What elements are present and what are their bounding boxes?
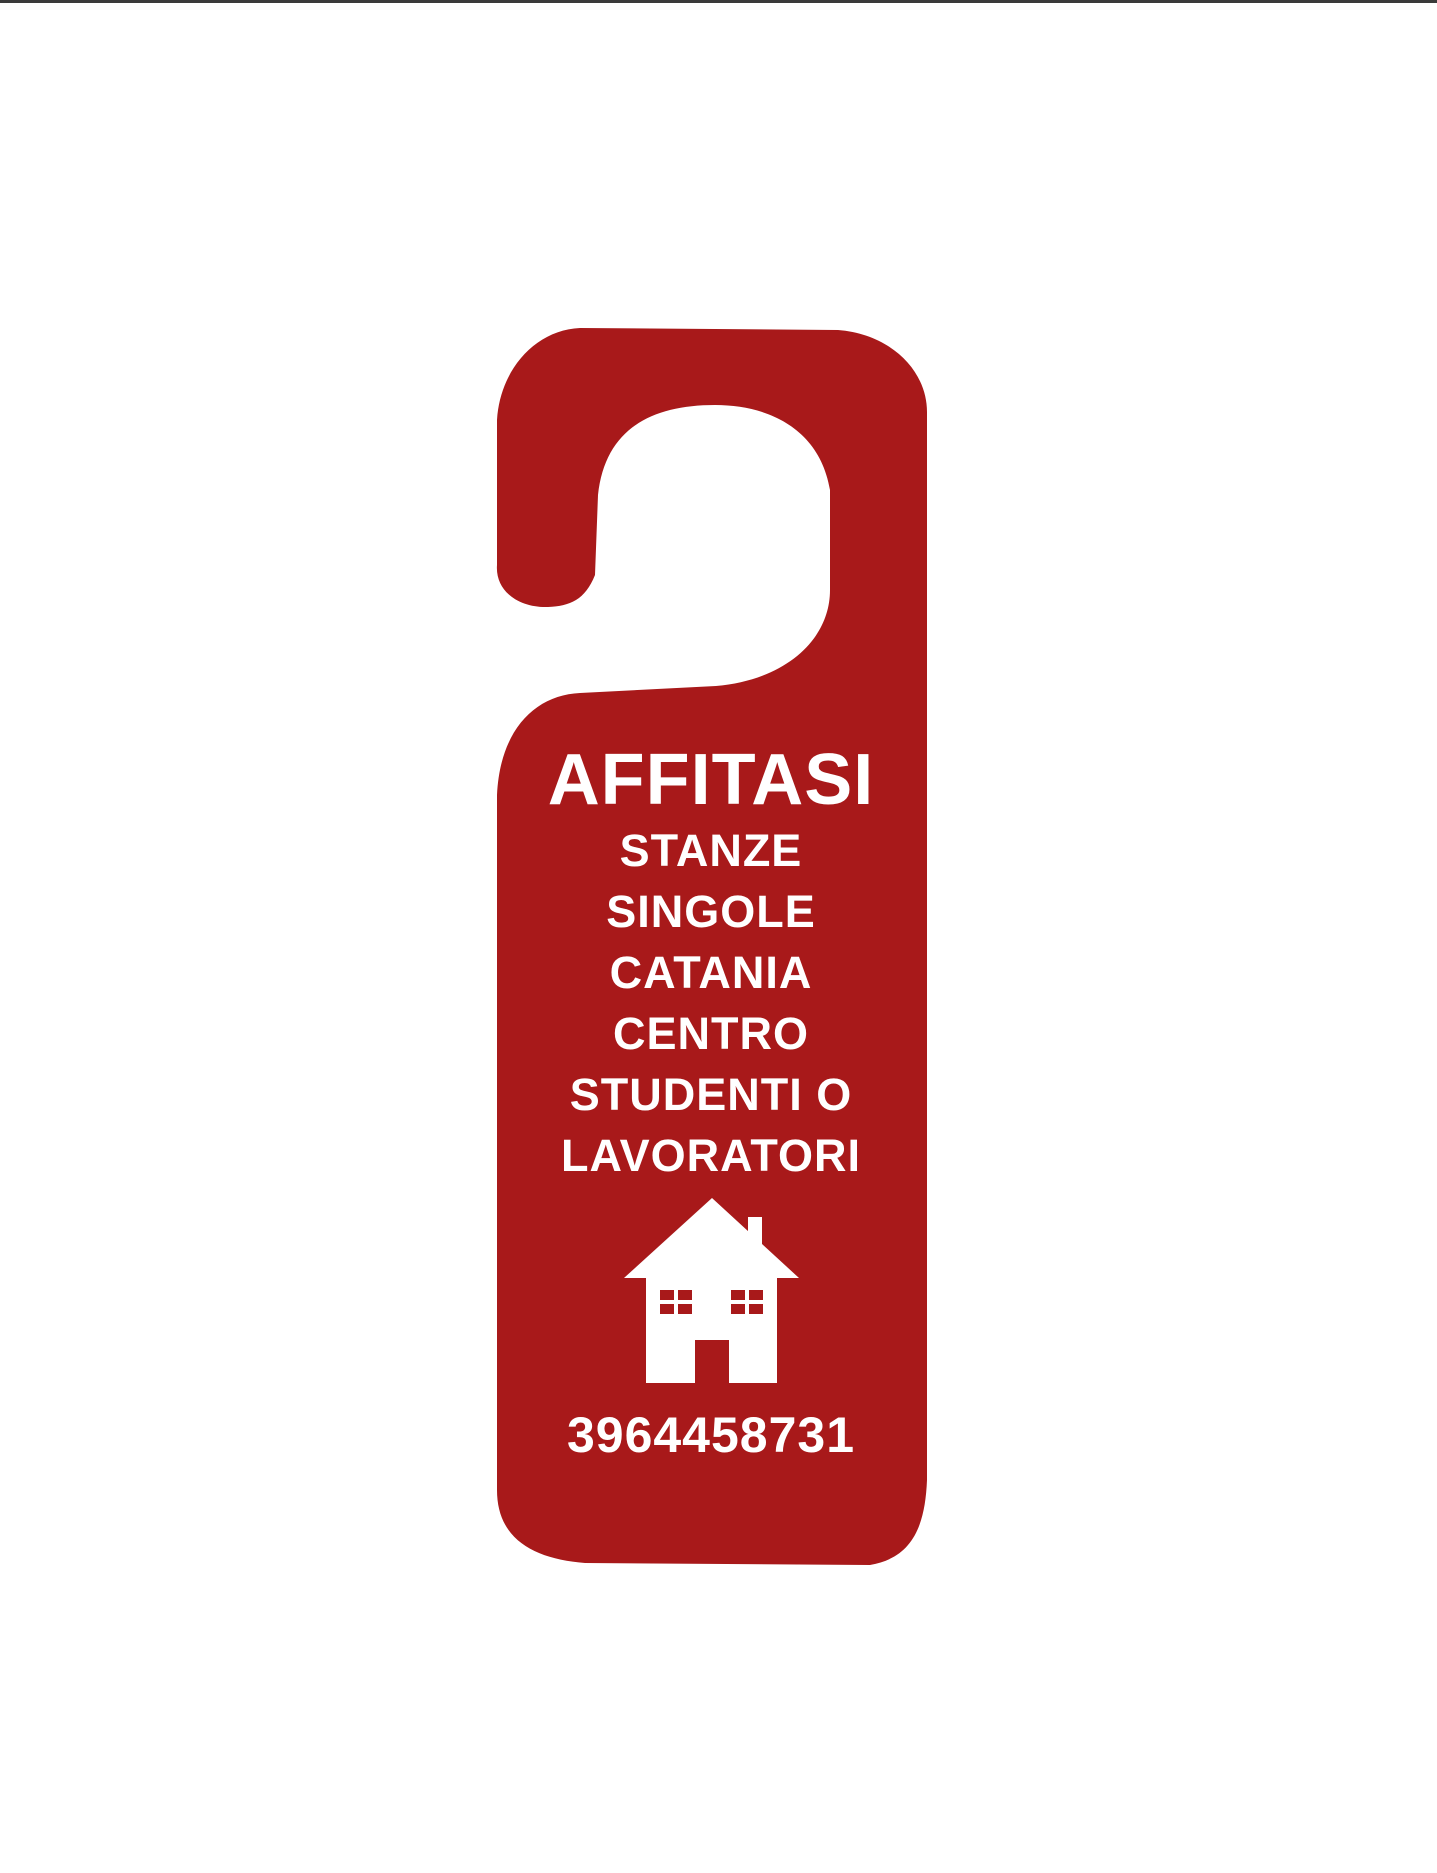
house-icon — [624, 1198, 799, 1383]
phone-number: 3964458731 — [566, 1407, 856, 1463]
headline: AFFITASI — [547, 740, 875, 820]
line-workers: LAVORATORI — [561, 1130, 861, 1181]
line-students: STUDENTI O — [569, 1069, 853, 1120]
line-city: CATANIA — [609, 947, 813, 998]
sign-text: AFFITASI STANZE SINGOLE CATANIA CENTRO S… — [496, 740, 926, 1186]
line-rooms: STANZE — [619, 825, 803, 876]
line-center: CENTRO — [613, 1008, 809, 1059]
line-singles: SINGOLE — [606, 886, 816, 937]
